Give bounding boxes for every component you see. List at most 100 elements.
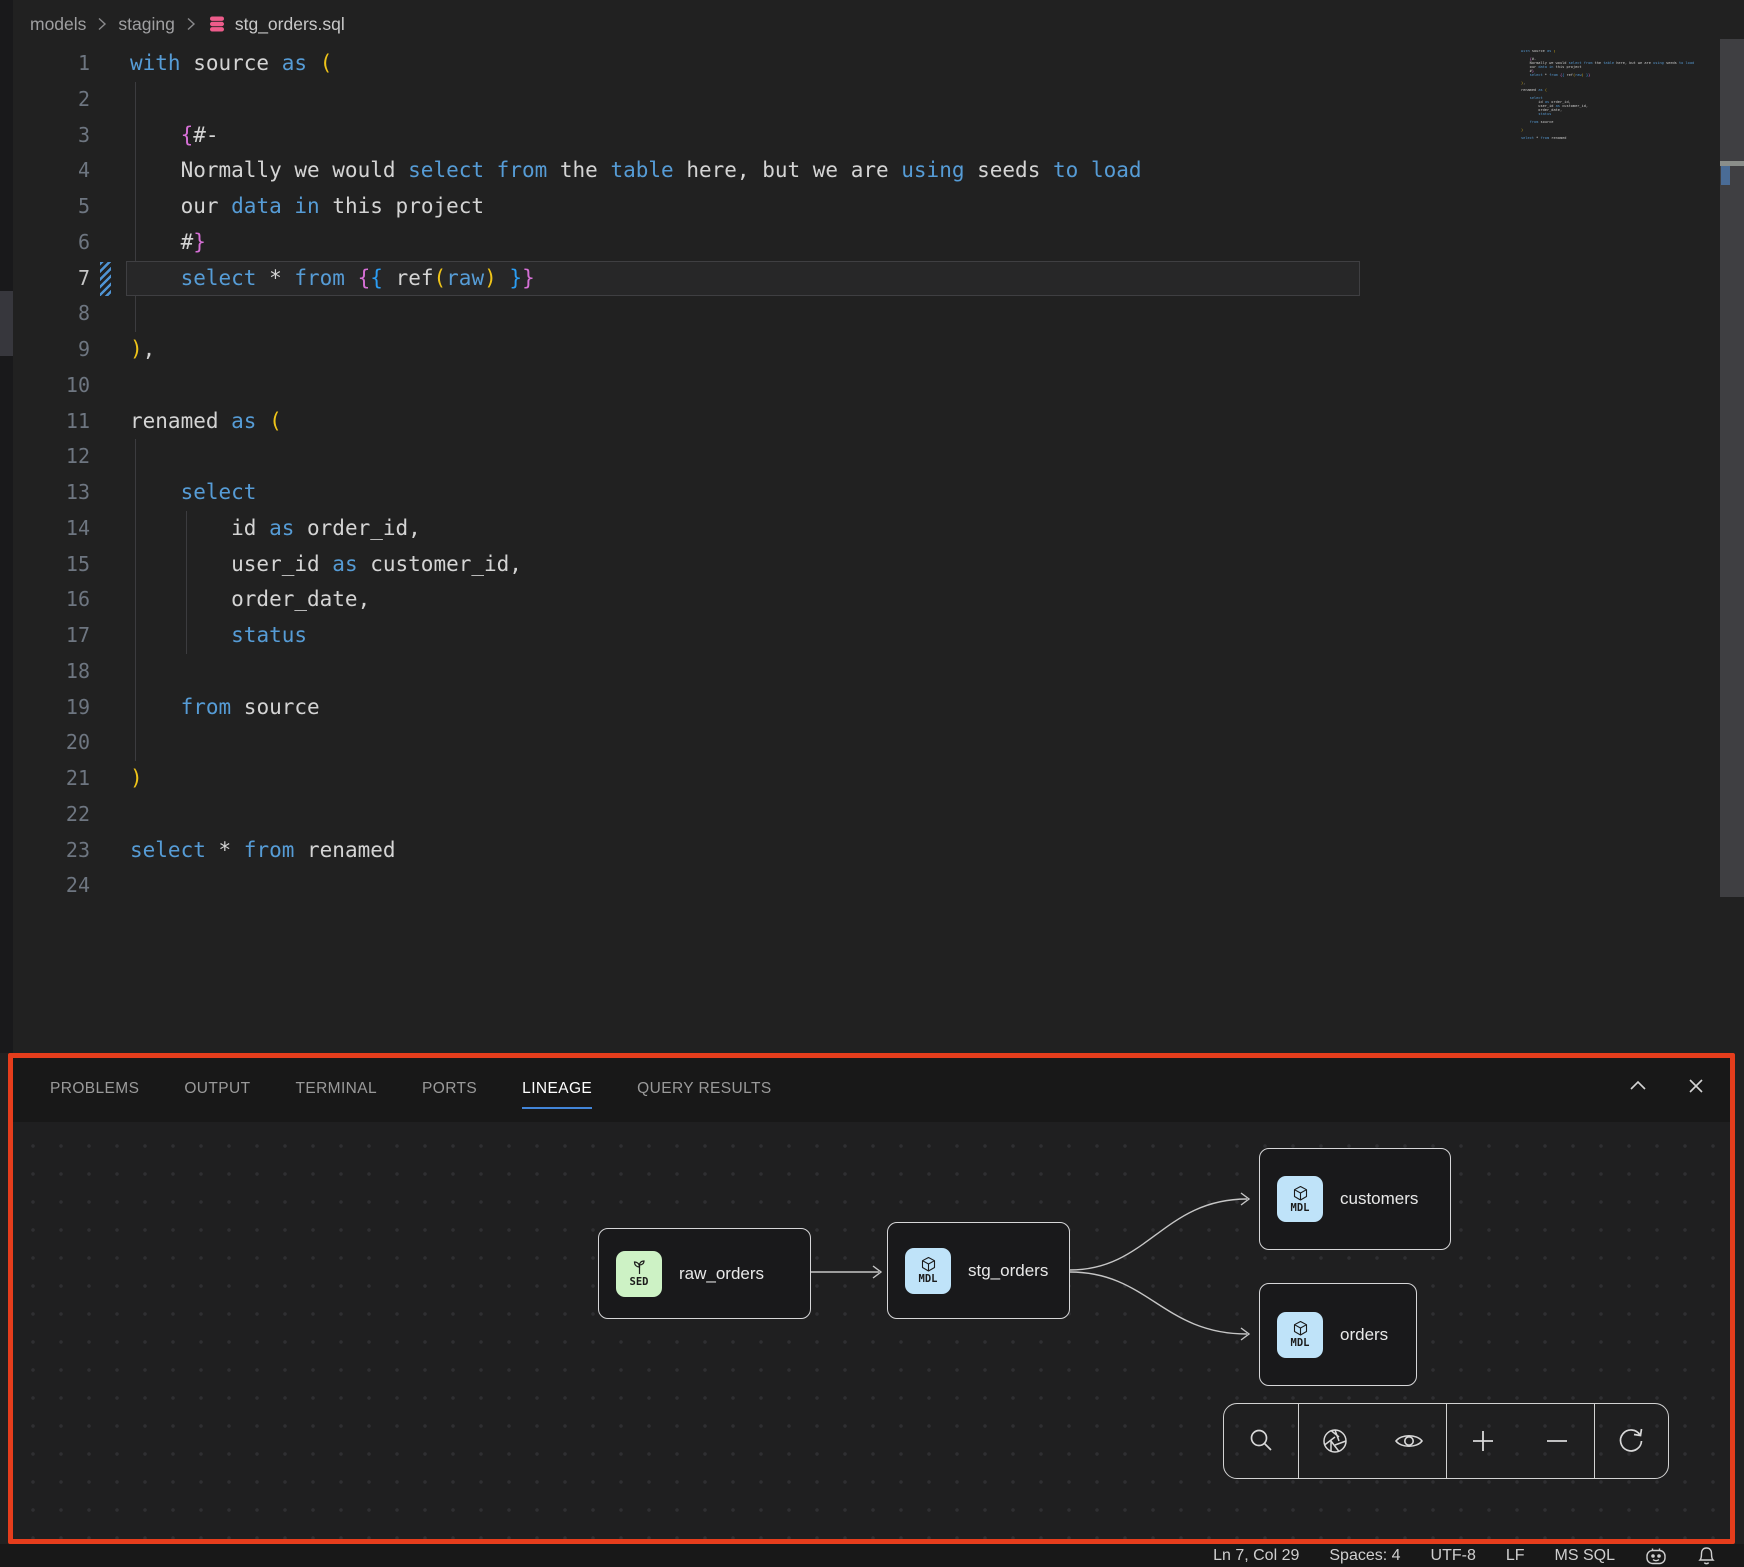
line-number[interactable]: 4 (40, 153, 90, 189)
code-text: order_date, (130, 582, 370, 618)
line-number[interactable]: 8 (40, 296, 90, 332)
code-line-7[interactable]: 7 select * from {{ ref(raw) }} (0, 261, 1744, 297)
status-cursor-position[interactable]: Ln 7, Col 29 (1213, 1547, 1299, 1565)
line-number[interactable]: 19 (40, 690, 90, 726)
code-line-15[interactable]: 15 user_id as customer_id, (0, 547, 1744, 583)
node-label: orders (1340, 1325, 1388, 1345)
line-number[interactable]: 18 (40, 654, 90, 690)
code-line-12[interactable]: 12 (0, 439, 1744, 475)
editor-scrollbar[interactable] (1720, 30, 1744, 1040)
search-button[interactable] (1231, 1411, 1291, 1471)
breadcrumb-file[interactable]: stg_orders.sql (207, 14, 345, 35)
code-editor[interactable]: 1 with source as ( 23 {#-4 Normally we wou… (0, 46, 1744, 904)
lineage-node-orders[interactable]: MDLorders (1259, 1283, 1417, 1386)
line-number[interactable]: 7 (40, 261, 90, 297)
breadcrumb-item[interactable]: models (30, 14, 86, 35)
toolbar-segment (1224, 1404, 1299, 1478)
panel-close-button[interactable] (1684, 1074, 1708, 1098)
line-number[interactable]: 6 (40, 225, 90, 261)
seedling-icon (631, 1259, 648, 1276)
line-number[interactable]: 9 (40, 332, 90, 368)
line-number[interactable]: 3 (40, 118, 90, 154)
refresh-button[interactable] (1601, 1411, 1661, 1471)
plus-icon (1468, 1426, 1498, 1456)
panel-maximize-button[interactable] (1626, 1074, 1650, 1098)
code-line-23[interactable]: 23select * from renamed (0, 833, 1744, 869)
node-type-badge: SED (616, 1251, 662, 1297)
line-number[interactable]: 23 (40, 833, 90, 869)
lineage-toolbar (1223, 1403, 1669, 1479)
panel-tab-ports[interactable]: PORTS (422, 1076, 477, 1105)
line-number[interactable]: 15 (40, 547, 90, 583)
code-line-22[interactable]: 22 (0, 797, 1744, 833)
line-number[interactable]: 11 (40, 404, 90, 440)
lineage-node-stg_orders[interactable]: MDL stg_orders (887, 1222, 1070, 1319)
code-line-16[interactable]: 16 order_date, (0, 582, 1744, 618)
code-line-9[interactable]: 9), (0, 332, 1744, 368)
panel-tab-problems[interactable]: PROBLEMS (50, 1076, 139, 1105)
line-number[interactable]: 20 (40, 725, 90, 761)
status-language-mode[interactable]: MS SQL (1555, 1547, 1615, 1565)
aperture-button[interactable] (1305, 1411, 1365, 1471)
code-line-11[interactable]: 11 renamed as ( (0, 404, 1744, 440)
status-encoding[interactable]: UTF-8 (1431, 1547, 1476, 1565)
line-number[interactable]: 12 (40, 439, 90, 475)
line-number[interactable]: 10 (40, 368, 90, 404)
status-indentation[interactable]: Spaces: 4 (1329, 1547, 1400, 1565)
code-line-21[interactable]: 21) (0, 761, 1744, 797)
toolbar-segment (1447, 1404, 1595, 1478)
code-line-13[interactable]: 13 select (0, 475, 1744, 511)
line-number[interactable]: 2 (40, 82, 90, 118)
refresh-icon (1615, 1425, 1647, 1457)
code-line-14[interactable]: 14 id as order_id, (0, 511, 1744, 547)
panel-tab-label: PROBLEMS (50, 1080, 139, 1109)
panel-window-controls (1626, 1074, 1708, 1098)
zoom-out-button[interactable] (1527, 1411, 1587, 1471)
line-number[interactable]: 21 (40, 761, 90, 797)
panel-tab-output[interactable]: OUTPUT (184, 1076, 250, 1105)
line-number[interactable]: 24 (40, 868, 90, 904)
editor-area[interactable]: models staging stg_orders.sql 1 with sour… (0, 0, 1744, 1053)
node-label: raw_orders (679, 1264, 764, 1284)
line-number[interactable]: 16 (40, 582, 90, 618)
code-line-4[interactable]: 4 Normally we would select from the tabl… (0, 153, 1744, 189)
breadcrumb-separator (186, 16, 196, 32)
line-number[interactable]: 5 (40, 189, 90, 225)
panel-tab-query-results[interactable]: QUERY RESULTS (637, 1076, 771, 1105)
node-label: stg_orders (968, 1261, 1048, 1281)
code-line-18[interactable]: 18 (0, 654, 1744, 690)
line-number[interactable]: 22 (40, 797, 90, 833)
code-line-20[interactable]: 20 (0, 725, 1744, 761)
minimap[interactable]: with source as ( {#- Normally we would s… (1521, 50, 1703, 146)
code-line-10[interactable]: 10 (0, 368, 1744, 404)
lineage-node-raw_orders[interactable]: SED raw_orders (598, 1228, 811, 1319)
line-number[interactable]: 13 (40, 475, 90, 511)
code-line-8[interactable]: 8 (0, 296, 1744, 332)
code-line-1[interactable]: 1 with source as ( (0, 46, 1744, 82)
panel-tab-lineage[interactable]: LINEAGE (522, 1076, 592, 1105)
line-number[interactable]: 17 (40, 618, 90, 654)
code-text: renamed as ( (130, 404, 282, 440)
cube-icon (920, 1256, 937, 1273)
code-line-6[interactable]: 6 #} (0, 225, 1744, 261)
node-type-badge: MDL (905, 1248, 951, 1294)
cube-icon (1292, 1320, 1309, 1337)
lineage-canvas[interactable]: SED raw_orders MDL stg_orders MDLcustomers… (13, 1122, 1730, 1539)
status-eol-sequence[interactable]: LF (1506, 1547, 1525, 1565)
line-number[interactable]: 1 (40, 46, 90, 82)
code-line-5[interactable]: 5 our data in this project (0, 189, 1744, 225)
line-number[interactable]: 14 (40, 511, 90, 547)
code-line-2[interactable]: 2 (0, 82, 1744, 118)
status-bell-button[interactable] (1697, 1545, 1716, 1566)
status-feedback-robot-button[interactable] (1645, 1547, 1667, 1565)
code-text: with source as ( (130, 46, 332, 82)
code-line-19[interactable]: 19 from source (0, 690, 1744, 726)
zoom-in-button[interactable] (1453, 1411, 1513, 1471)
panel-tab-terminal[interactable]: TERMINAL (295, 1076, 377, 1105)
eye-button[interactable] (1379, 1411, 1439, 1471)
breadcrumb-item[interactable]: staging (118, 14, 174, 35)
code-line-24[interactable]: 24 (0, 868, 1744, 904)
code-line-17[interactable]: 17 status (0, 618, 1744, 654)
lineage-node-customers[interactable]: MDLcustomers (1259, 1148, 1451, 1250)
code-line-3[interactable]: 3 {#- (0, 118, 1744, 154)
